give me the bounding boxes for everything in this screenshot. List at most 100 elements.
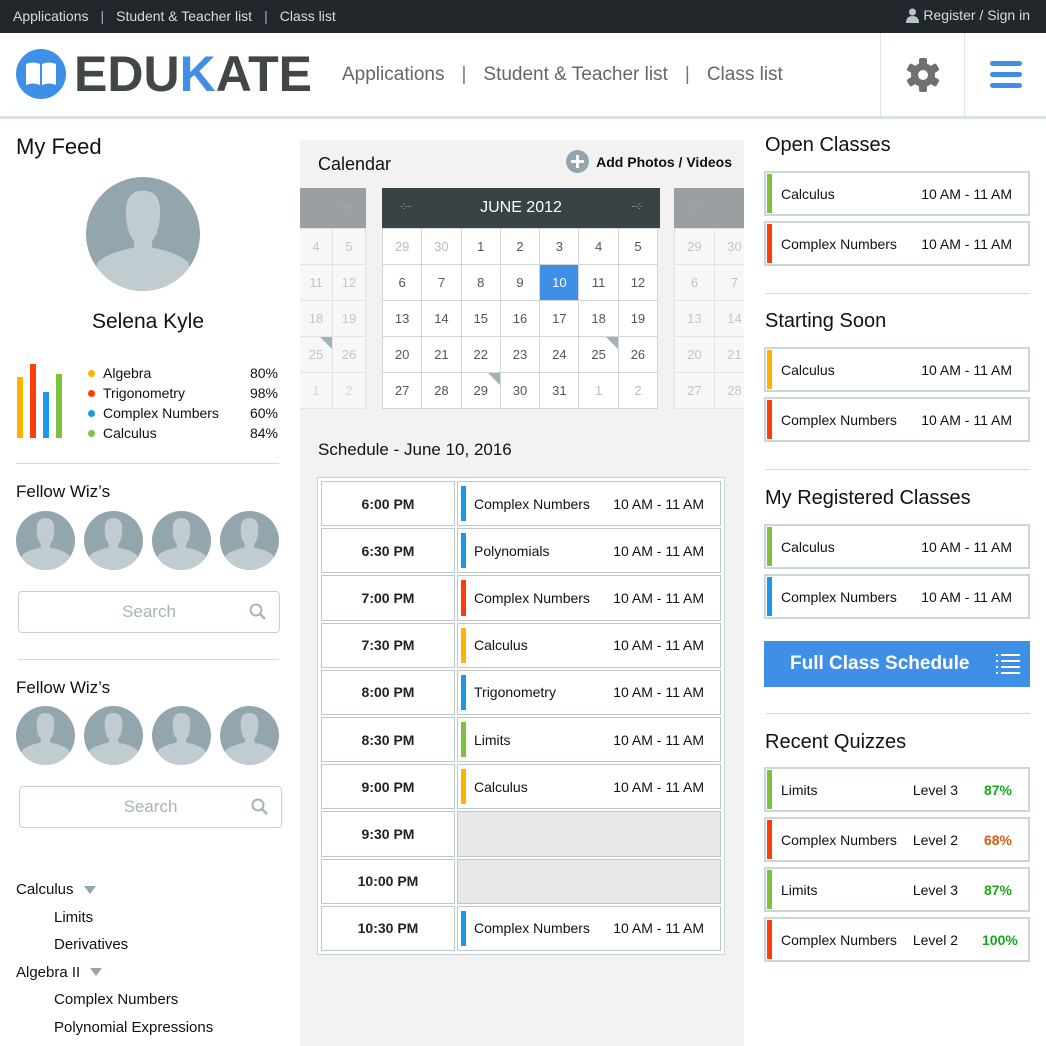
calendar-day[interactable]: 4	[579, 229, 619, 265]
calendar-day[interactable]: 10	[540, 265, 580, 301]
nav-student-teacher-list[interactable]: Student & Teacher list	[483, 64, 667, 86]
schedule-row[interactable]: 8:30 PM Limits 10 AM - 11 AM	[320, 716, 722, 763]
logo[interactable]: EDUKATE	[16, 49, 312, 99]
fellow-avatar[interactable]	[220, 706, 279, 765]
calendar-day[interactable]: 7	[422, 265, 462, 301]
calendar-day[interactable]: 29	[675, 229, 715, 265]
calendar-day[interactable]: 4	[300, 229, 333, 265]
nav-applications[interactable]: Applications	[342, 64, 444, 86]
top-link-class-list[interactable]: Class list	[280, 8, 336, 24]
schedule-row[interactable]: 6:00 PM Complex Numbers 10 AM - 11 AM	[320, 480, 722, 527]
calendar-day[interactable]: 22	[461, 337, 501, 373]
calendar-day[interactable]: 2	[333, 373, 366, 409]
calendar-day[interactable]: 1	[461, 229, 501, 265]
user-avatar[interactable]	[86, 177, 200, 291]
calendar-day[interactable]: 11	[300, 265, 333, 301]
schedule-row[interactable]: 10:00 PM	[320, 858, 722, 905]
calendar-day[interactable]: 28	[422, 373, 462, 409]
calendar-day[interactable]: 26	[618, 337, 659, 373]
calendar-day[interactable]: 24	[540, 337, 580, 373]
calendar-day[interactable]: 26	[333, 337, 366, 373]
schedule-row[interactable]: 7:00 PM Complex Numbers 10 AM - 11 AM	[320, 574, 722, 621]
class-card[interactable]: Calculus 10 AM - 11 AM	[764, 171, 1030, 216]
quiz-card[interactable]: Complex Numbers Level 2 100%	[764, 917, 1030, 962]
calendar-day[interactable]: 6	[675, 265, 715, 301]
calendar-day[interactable]: 23	[500, 337, 541, 373]
top-link-applications[interactable]: Applications	[13, 8, 89, 24]
quiz-card[interactable]: Limits Level 3 87%	[764, 767, 1030, 812]
full-class-schedule-button[interactable]: Full Class Schedule	[764, 641, 1030, 687]
prev-month-button[interactable]: ·:···	[400, 201, 412, 212]
tree-item[interactable]: Polynomial Expressions	[16, 1014, 213, 1042]
calendar-day[interactable]: 20	[675, 337, 715, 373]
schedule-slot[interactable]: Calculus 10 AM - 11 AM	[457, 622, 721, 668]
calendar-day[interactable]: 27	[675, 373, 715, 409]
class-card[interactable]: Calculus 10 AM - 11 AM	[764, 524, 1030, 569]
calendar-day[interactable]: 3	[540, 229, 580, 265]
fellow-avatar[interactable]	[84, 706, 143, 765]
schedule-slot[interactable]: Limits 10 AM - 11 AM	[457, 716, 721, 763]
schedule-row[interactable]: 6:30 PM Polynomials 10 AM - 11 AM	[320, 527, 722, 574]
schedule-slot[interactable]: Complex Numbers 10 AM - 11 AM	[457, 905, 721, 951]
calendar-day[interactable]: 6	[383, 265, 423, 301]
calendar-day[interactable]: 2	[618, 373, 659, 409]
calendar-day[interactable]: 14	[715, 301, 744, 337]
settings-button[interactable]	[880, 33, 964, 116]
next-month-button[interactable]: ···:·	[631, 201, 643, 212]
tree-item[interactable]: Limits	[16, 904, 213, 932]
schedule-row[interactable]: 10:30 PM Complex Numbers 10 AM - 11 AM	[320, 905, 722, 952]
schedule-row[interactable]: 9:30 PM	[320, 810, 722, 857]
schedule-slot[interactable]	[457, 858, 721, 904]
fellow-avatar[interactable]	[152, 706, 211, 765]
fellow-avatar[interactable]	[220, 511, 279, 570]
schedule-slot[interactable]: Trigonometry 10 AM - 11 AM	[457, 669, 721, 715]
tree-group-calculus[interactable]: Calculus	[16, 876, 213, 904]
tree-item[interactable]: Derivatives	[16, 931, 213, 959]
schedule-slot[interactable]	[457, 811, 721, 857]
calendar-day[interactable]: 2	[500, 229, 541, 265]
calendar-day[interactable]: 16	[500, 301, 541, 337]
calendar-day[interactable]: 30	[500, 373, 541, 409]
calendar-day[interactable]: 5	[333, 229, 366, 265]
calendar-day[interactable]: 21	[422, 337, 462, 373]
calendar-day[interactable]: 29	[461, 373, 501, 409]
calendar-day[interactable]: 1	[300, 373, 333, 409]
nav-class-list[interactable]: Class list	[707, 64, 783, 86]
calendar-day[interactable]: 13	[675, 301, 715, 337]
fellow-search-input-2[interactable]: Search	[19, 786, 282, 828]
tree-item[interactable]: Complex Numbers	[16, 986, 213, 1014]
calendar-day[interactable]: 18	[579, 301, 619, 337]
schedule-slot[interactable]: Complex Numbers 10 AM - 11 AM	[457, 575, 721, 621]
calendar-day[interactable]: 28	[715, 373, 744, 409]
calendar-day[interactable]: 18	[300, 301, 333, 337]
schedule-slot[interactable]: Complex Numbers 10 AM - 11 AM	[457, 481, 721, 527]
quiz-card[interactable]: Complex Numbers Level 2 68%	[764, 817, 1030, 862]
calendar-day[interactable]: 25	[300, 337, 333, 373]
top-link-student-teacher-list[interactable]: Student & Teacher list	[116, 8, 252, 24]
calendar-day[interactable]: 7	[715, 265, 744, 301]
calendar-day[interactable]: 13	[383, 301, 423, 337]
calendar-day[interactable]: 14	[422, 301, 462, 337]
calendar-day[interactable]: 17	[540, 301, 580, 337]
schedule-slot[interactable]: Calculus 10 AM - 11 AM	[457, 764, 721, 810]
schedule-row[interactable]: 7:30 PM Calculus 10 AM - 11 AM	[320, 622, 722, 669]
calendar-prev-month[interactable]: ···:· 4 5 11 12 18 19 25 26 1 2	[300, 188, 366, 409]
calendar-day[interactable]: 12	[618, 265, 659, 301]
calendar-day[interactable]: 31	[540, 373, 580, 409]
add-photos-videos-button[interactable]: Add Photos / Videos	[566, 150, 732, 173]
calendar-day[interactable]: 1	[579, 373, 619, 409]
calendar-day[interactable]: 11	[579, 265, 619, 301]
calendar-day[interactable]: 30	[422, 229, 462, 265]
calendar-day[interactable]: 8	[461, 265, 501, 301]
schedule-row[interactable]: 8:00 PM Trigonometry 10 AM - 11 AM	[320, 669, 722, 716]
schedule-row[interactable]: 9:00 PM Calculus 10 AM - 11 AM	[320, 763, 722, 810]
class-card[interactable]: Complex Numbers 10 AM - 11 AM	[764, 397, 1030, 442]
calendar-day[interactable]: 25	[579, 337, 619, 373]
tree-group-algebra-ii[interactable]: Algebra II	[16, 959, 213, 987]
fellow-avatar[interactable]	[16, 511, 75, 570]
fellow-search-input[interactable]: Search	[18, 591, 280, 633]
calendar-day[interactable]: 5	[618, 229, 659, 265]
register-signin-link[interactable]: Register / Sign in	[906, 7, 1030, 23]
calendar-day[interactable]: 20	[383, 337, 423, 373]
calendar-day[interactable]: 19	[618, 301, 659, 337]
